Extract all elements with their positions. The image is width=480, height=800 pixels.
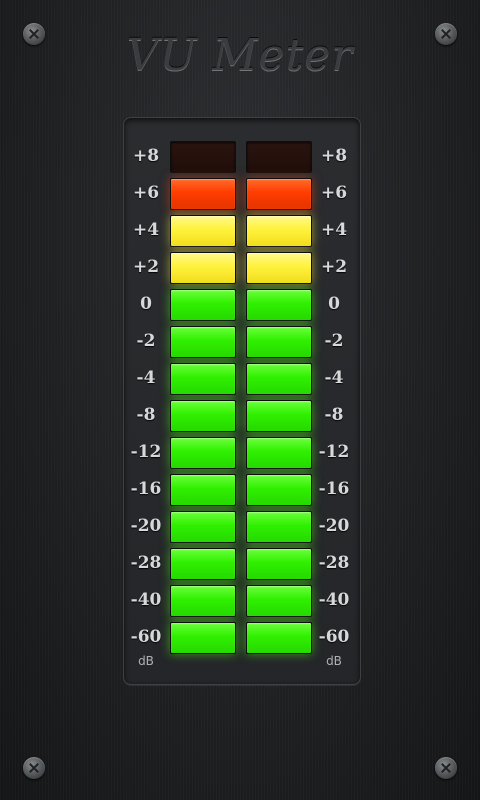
led-left-channel: [170, 585, 236, 617]
db-label-right: -40: [318, 590, 350, 610]
db-label-right: -60: [318, 627, 350, 647]
db-label-left: -16: [130, 479, 162, 499]
meter-row: -4 -4: [124, 360, 360, 396]
db-label-right: -2: [324, 331, 344, 351]
led-right-channel: [246, 178, 312, 210]
led-right-channel: [246, 326, 312, 358]
led-left-channel: [170, 400, 236, 432]
led-right-channel: [246, 622, 312, 654]
led-right-channel: [246, 400, 312, 432]
db-label-left: -28: [130, 553, 162, 573]
db-label-left: -2: [136, 331, 156, 351]
led-left-channel: [170, 622, 236, 654]
db-label-left: -60: [130, 627, 162, 647]
db-label-right: 0: [328, 294, 340, 314]
led-left-channel: [170, 252, 236, 284]
led-left-channel: [170, 178, 236, 210]
meter-row: 00: [124, 286, 360, 322]
db-label-left: -40: [130, 590, 162, 610]
db-label-left: -8: [136, 405, 156, 425]
meter-row: +4 +4: [124, 212, 360, 248]
led-left-channel: [170, 141, 236, 173]
meter-row: -2 -2: [124, 323, 360, 359]
led-left-channel: [170, 474, 236, 506]
led-left-channel: [170, 511, 236, 543]
led-right-channel: [246, 141, 312, 173]
meter-row: +2 +2: [124, 249, 360, 285]
meter-row: -16 -16: [124, 471, 360, 507]
led-left-channel: [170, 437, 236, 469]
led-left-channel: [170, 215, 236, 247]
meter-row: -12 -12: [124, 434, 360, 470]
db-label-right: +8: [320, 146, 348, 166]
db-label-left: -12: [130, 442, 162, 462]
db-label-right: -16: [318, 479, 350, 499]
meter-row: -60 -60: [124, 619, 360, 655]
db-label-left: 0: [140, 294, 152, 314]
led-right-channel: [246, 474, 312, 506]
db-label-right: -20: [318, 516, 350, 536]
vu-meter-panel: dB dB +8 +8 +6 +6 +4 +4 +2 +2 0 0 -2 -2 -4 -4 -8 -8 -12-…: [123, 117, 361, 685]
led-left-channel: [170, 326, 236, 358]
meter-row: -20 -20: [124, 508, 360, 544]
db-label-left: -4: [136, 368, 156, 388]
unit-label-right: dB: [326, 654, 342, 668]
meter-row: -8 -8: [124, 397, 360, 433]
db-label-left: +2: [132, 257, 160, 277]
led-right-channel: [246, 252, 312, 284]
led-right-channel: [246, 548, 312, 580]
meter-row: -40 -40: [124, 582, 360, 618]
db-label-left: +4: [132, 220, 160, 240]
db-label-right: -12: [318, 442, 350, 462]
meter-row: -28 -28: [124, 545, 360, 581]
db-label-right: -8: [324, 405, 344, 425]
app-title: VU Meter: [126, 30, 354, 81]
meter-row: +8 +8: [124, 138, 360, 174]
led-left-channel: [170, 548, 236, 580]
unit-label-left: dB: [138, 654, 154, 668]
db-label-left: -20: [130, 516, 162, 536]
led-right-channel: [246, 289, 312, 321]
led-right-channel: [246, 585, 312, 617]
db-label-left: +6: [132, 183, 160, 203]
db-label-left: +8: [132, 146, 160, 166]
db-label-right: +2: [320, 257, 348, 277]
meter-row: +6 +6: [124, 175, 360, 211]
db-label-right: -28: [318, 553, 350, 573]
screw-icon-bottom-left: [23, 757, 45, 779]
db-label-right: +6: [320, 183, 348, 203]
led-right-channel: [246, 511, 312, 543]
db-label-right: -4: [324, 368, 344, 388]
led-left-channel: [170, 289, 236, 321]
led-left-channel: [170, 363, 236, 395]
led-right-channel: [246, 437, 312, 469]
led-right-channel: [246, 363, 312, 395]
screw-icon-bottom-right: [435, 757, 457, 779]
led-right-channel: [246, 215, 312, 247]
db-label-right: +4: [320, 220, 348, 240]
